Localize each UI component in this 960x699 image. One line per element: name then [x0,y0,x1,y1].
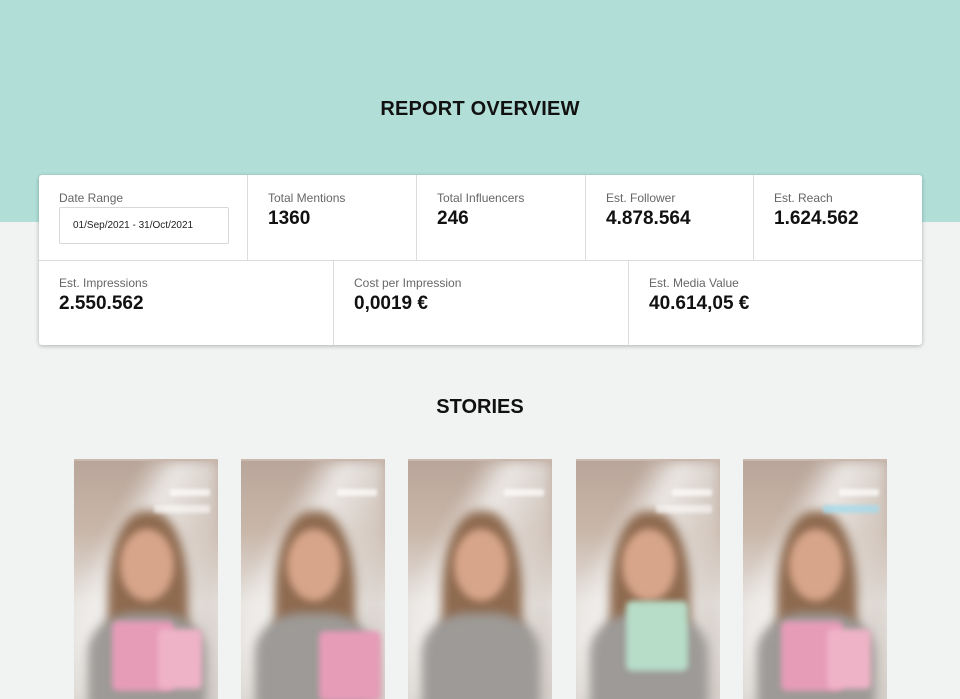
stats-row: Est. Impressions 2.550.562 Cost per Impr… [39,260,922,345]
est-follower-value: 4.878.564 [606,208,691,229]
stat-est-follower: Est. Follower 4.878.564 [585,175,753,260]
stat-est-reach: Est. Reach 1.624.562 [753,175,922,260]
stat-date-range: Date Range 01/Sep/2021 - 31/Oct/2021 [39,175,247,260]
stat-est-media-value: Est. Media Value 40.614,05 € [628,260,922,345]
est-media-value-label: Est. Media Value [649,276,739,290]
est-follower-label: Est. Follower [606,191,676,205]
stat-est-impressions: Est. Impressions 2.550.562 [39,260,333,345]
est-impressions-label: Est. Impressions [59,276,148,290]
stories-title: STORIES [436,396,524,418]
est-impressions-value: 2.550.562 [59,293,144,314]
story-thumbnail[interactable] [241,459,385,699]
est-media-value-value: 40.614,05 € [649,293,750,314]
total-mentions-value: 1360 [268,208,311,229]
stories-grid [0,459,960,699]
est-reach-label: Est. Reach [774,191,833,205]
stats-row: Date Range 01/Sep/2021 - 31/Oct/2021 Tot… [39,175,922,261]
total-influencers-label: Total Influencers [437,191,525,205]
total-influencers-value: 246 [437,208,469,229]
stat-total-influencers: Total Influencers 246 [416,175,585,260]
date-range-label: Date Range [59,191,124,205]
total-mentions-label: Total Mentions [268,191,346,205]
story-thumbnail[interactable] [408,459,552,699]
stat-cost-per-impression: Cost per Impression 0,0019 € [333,260,628,345]
date-range-input[interactable]: 01/Sep/2021 - 31/Oct/2021 [59,207,229,244]
story-thumbnail[interactable] [743,459,887,699]
story-thumbnail[interactable] [74,459,218,699]
story-thumbnail[interactable] [576,459,720,699]
stats-card: Date Range 01/Sep/2021 - 31/Oct/2021 Tot… [39,175,922,345]
page-title: REPORT OVERVIEW [380,98,580,120]
est-reach-value: 1.624.562 [774,208,859,229]
stat-total-mentions: Total Mentions 1360 [247,175,416,260]
cost-per-impression-value: 0,0019 € [354,293,428,314]
cost-per-impression-label: Cost per Impression [354,276,462,290]
